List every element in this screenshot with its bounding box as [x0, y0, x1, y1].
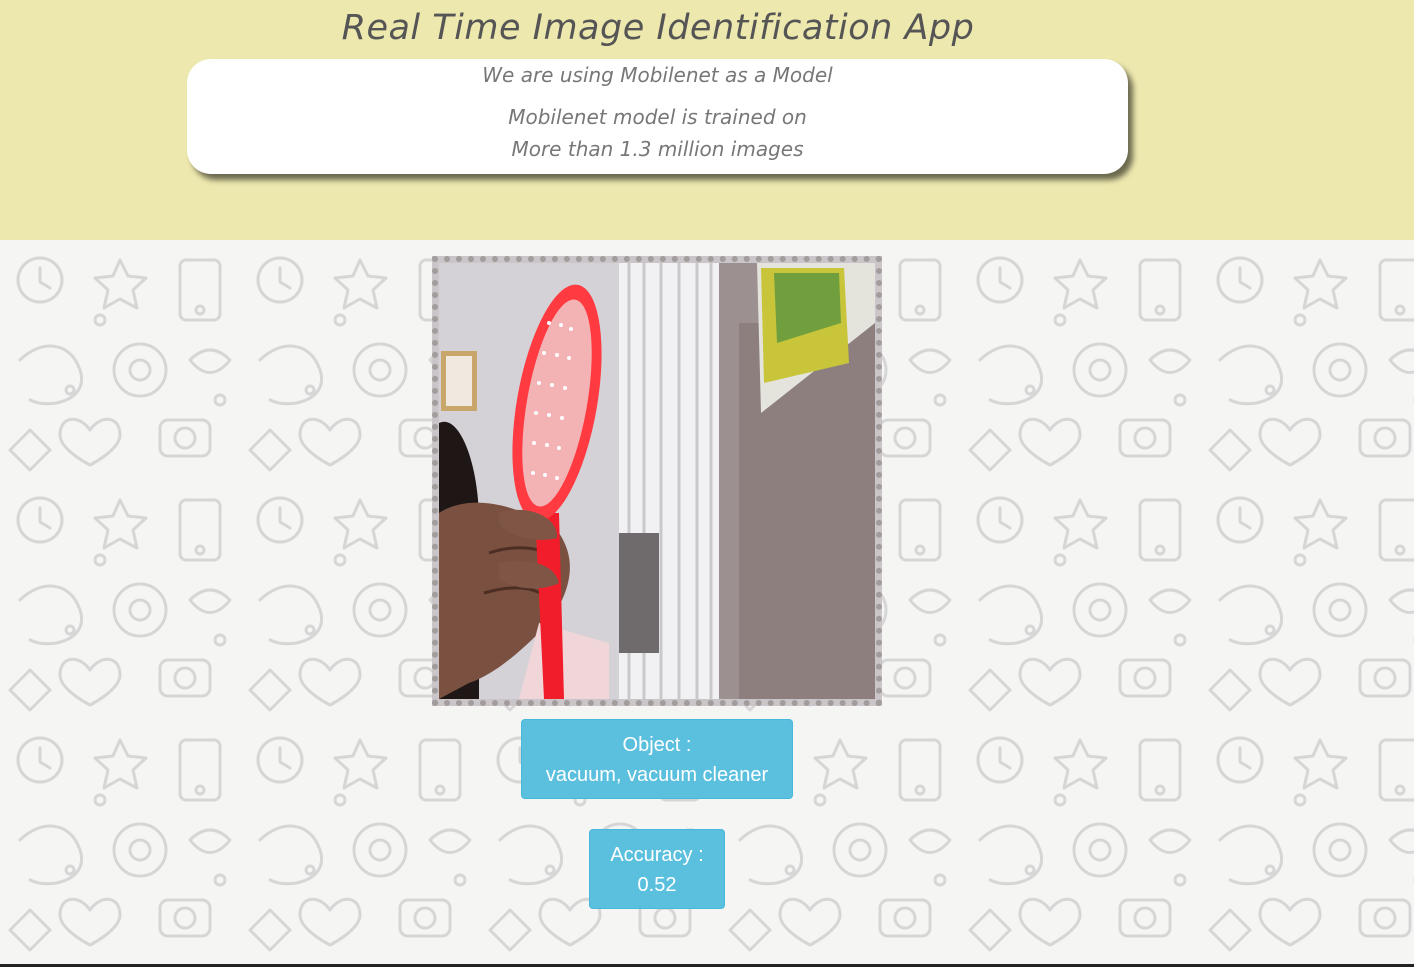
training-info-text: Mobilenet model is trained on — [508, 105, 807, 129]
object-result: Object : vacuum, vacuum cleaner — [521, 719, 793, 799]
accuracy-label: Accuracy : — [610, 844, 704, 866]
info-card: We are using Mobilenet as a Model Mobile… — [187, 59, 1128, 174]
dataset-size-text: More than 1.3 million images — [511, 137, 804, 161]
page-title: Real Time Image Identification App — [341, 8, 975, 48]
accuracy-result: Accuracy : 0.52 — [589, 829, 725, 909]
object-value: vacuum, vacuum cleaner — [545, 764, 769, 786]
webcam-frame — [432, 256, 882, 706]
accuracy-value: 0.52 — [637, 874, 677, 896]
object-label: Object : — [622, 734, 692, 756]
model-info-text: We are using Mobilenet as a Model — [482, 63, 833, 87]
webcam-video — [439, 263, 875, 699]
header-banner: Real Time Image Identification App We ar… — [0, 0, 1414, 240]
